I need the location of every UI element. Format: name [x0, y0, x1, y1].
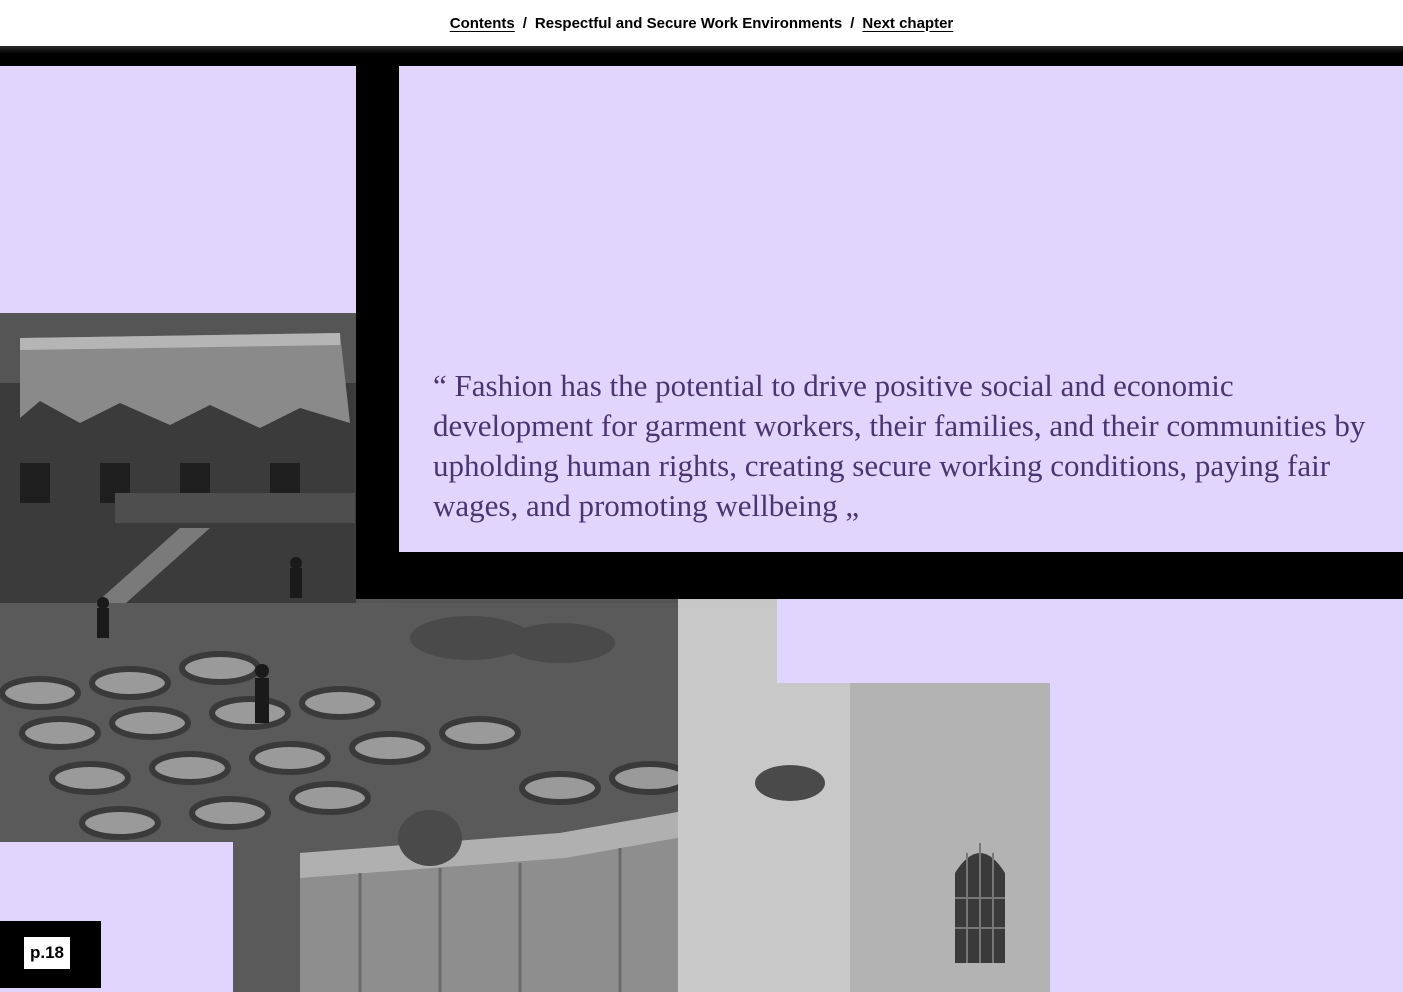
chapter-title: Respectful and Secure Work Environments [534, 14, 843, 32]
header-shadow [0, 46, 1403, 66]
page-marker: p.18 [0, 921, 101, 988]
breadcrumb-separator: / [522, 14, 527, 32]
pull-quote: “ Fashion has the potential to drive pos… [433, 368, 1366, 523]
quote-panel: “ Fashion has the potential to drive pos… [399, 66, 1403, 552]
breadcrumb-bar: Contents / Respectful and Secure Work En… [0, 0, 1403, 46]
next-chapter-link[interactable]: Next chapter [862, 15, 953, 32]
lavender-block [1050, 683, 1403, 992]
page-number: p.18 [24, 937, 70, 969]
contents-link[interactable]: Contents [450, 15, 515, 32]
lavender-block [0, 66, 356, 313]
lavender-block [777, 599, 1403, 683]
breadcrumb-separator: / [850, 14, 855, 32]
